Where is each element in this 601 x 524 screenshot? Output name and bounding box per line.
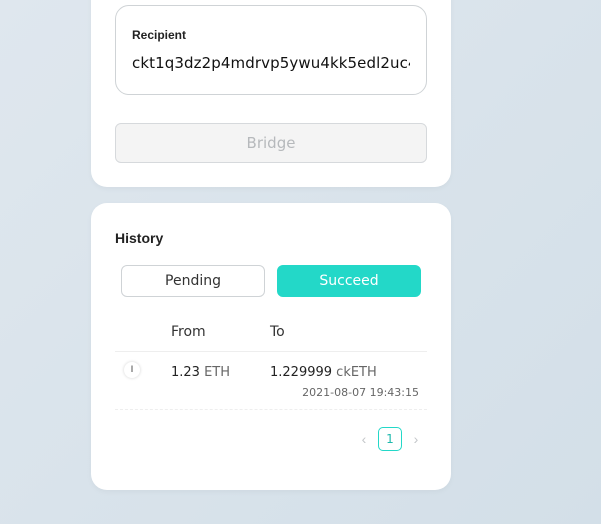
to-amount: 1.229999 bbox=[270, 365, 333, 380]
recipient-field[interactable]: Recipient ckt1q3dz2p4mdrvp5ywu4kk5edl2uc… bbox=[115, 5, 427, 95]
history-title: History bbox=[115, 230, 164, 246]
table-row[interactable]: I 1.23 ETH 1.229999 ckETH 2021-08-07 19:… bbox=[115, 352, 427, 410]
from-amount: 1.23 bbox=[171, 365, 200, 380]
bridge-button[interactable]: Bridge bbox=[115, 123, 427, 163]
bridge-form-card: Recipient ckt1q3dz2p4mdrvp5ywu4kk5edl2uc… bbox=[91, 0, 451, 187]
history-card: History Pending Succeed From To I 1.23 E… bbox=[91, 203, 451, 490]
chevron-left-icon[interactable]: ‹ bbox=[358, 428, 370, 450]
recipient-input[interactable]: ckt1q3dz2p4mdrvp5ywu4kk5edl2uc4pC bbox=[132, 54, 410, 72]
from-unit: ETH bbox=[204, 365, 231, 380]
tab-pending[interactable]: Pending bbox=[121, 265, 265, 297]
pagination: ‹ 1 › bbox=[358, 427, 422, 451]
column-header-from: From bbox=[171, 324, 206, 340]
column-header-to: To bbox=[270, 324, 285, 340]
row-timestamp: 2021-08-07 19:43:15 bbox=[302, 386, 419, 399]
tab-succeed[interactable]: Succeed bbox=[277, 265, 421, 297]
row-divider bbox=[115, 409, 427, 410]
to-amount-cell: 1.229999 ckETH bbox=[270, 365, 377, 380]
info-icon[interactable]: I bbox=[124, 362, 140, 378]
recipient-label: Recipient bbox=[132, 28, 187, 42]
from-amount-cell: 1.23 ETH bbox=[171, 365, 230, 380]
page-number-current[interactable]: 1 bbox=[378, 427, 402, 451]
to-unit: ckETH bbox=[336, 365, 377, 380]
chevron-right-icon[interactable]: › bbox=[410, 428, 422, 450]
